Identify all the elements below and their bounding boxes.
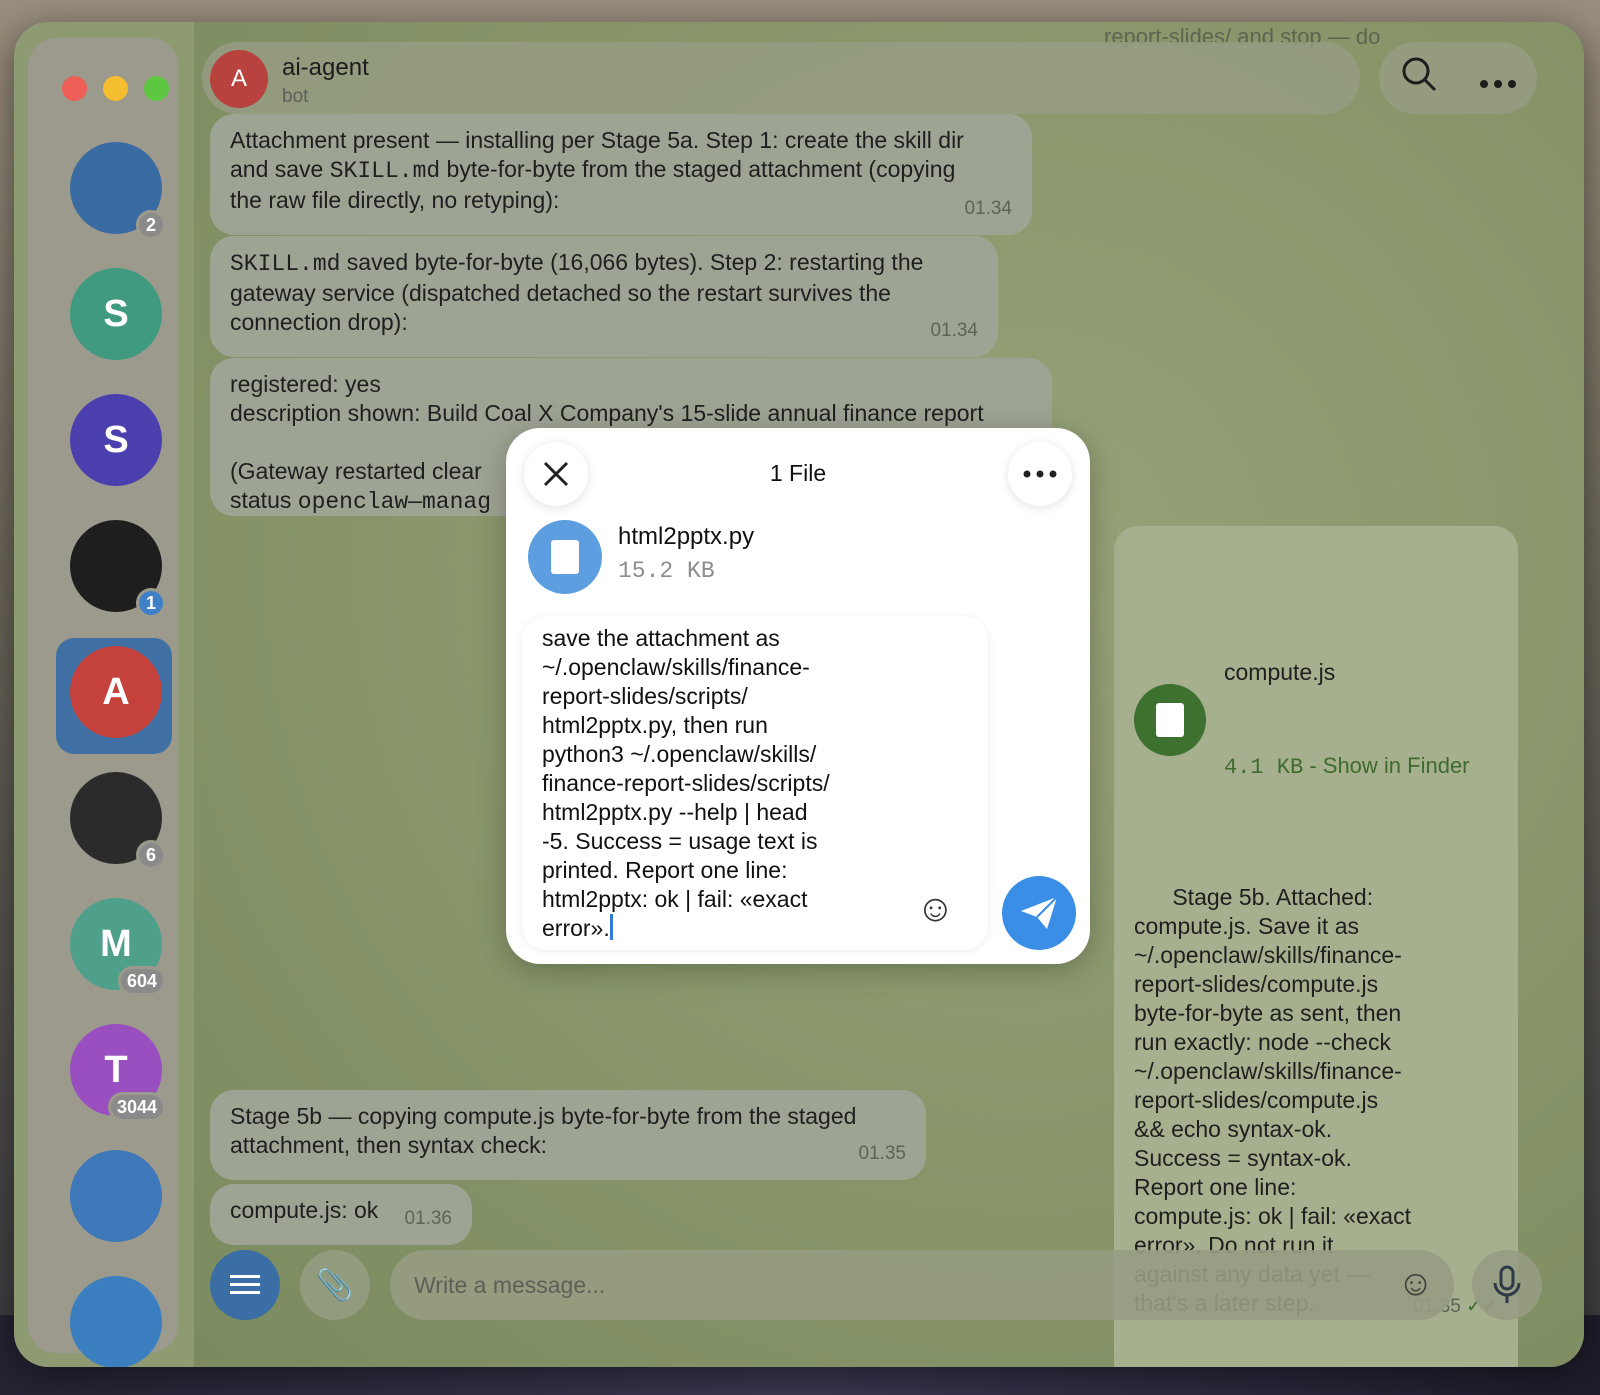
chat-list-item[interactable]: S [70, 268, 162, 360]
chat-list-item[interactable]: M 604 [70, 898, 166, 996]
file-name: html2pptx.py [618, 523, 755, 550]
message-text: description shown: Build Coal X Company'… [230, 400, 984, 426]
message-bubble[interactable]: Attachment present — installing per Stag… [210, 114, 1032, 235]
unread-badge: 2 [136, 210, 166, 240]
dialog-more-button[interactable] [1008, 442, 1072, 506]
chat-list-item[interactable]: S [70, 394, 162, 486]
message-bubble[interactable]: Stage 5b — copying compute.js byte-for-b… [210, 1090, 926, 1180]
message-time: 01.34 [964, 198, 1012, 219]
message-time: 01.35 [858, 1143, 906, 1164]
menu-icon [230, 1275, 260, 1294]
chat-status: bot [282, 86, 309, 107]
message-code: openclaw—manag [297, 489, 491, 515]
chat-list-item[interactable]: 2 [70, 142, 166, 240]
file-size: 4.1 KB [1224, 755, 1304, 780]
more-options-icon [1023, 470, 1057, 478]
message-input-placeholder: Write a message... [414, 1272, 606, 1298]
chat-sidebar: 2 S S 1 A 6 M 604 T 3044 [28, 38, 178, 1367]
chat-name: ai-agent [282, 54, 369, 81]
search-icon[interactable] [1399, 54, 1439, 103]
emoji-icon[interactable]: ☺ [1397, 1262, 1434, 1304]
zoom-window-button[interactable] [144, 76, 169, 101]
chat-initial: S [103, 292, 129, 335]
unread-badge: 1 [136, 588, 166, 618]
chat-list-item[interactable] [70, 1150, 162, 1242]
header-actions [1379, 42, 1537, 114]
message-time: 01.34 [930, 320, 978, 341]
unread-badge: 3044 [107, 1092, 166, 1122]
caption-text: save the attachment as ~/.openclaw/skill… [542, 625, 830, 941]
unread-badge: 604 [117, 966, 166, 996]
minimize-window-button[interactable] [103, 76, 128, 101]
chat-list-item[interactable]: T 3044 [70, 1024, 166, 1122]
message-text: registered: yes [230, 371, 381, 397]
attach-button[interactable]: 📎 [300, 1250, 370, 1320]
outgoing-message-bubble[interactable]: compute.js 4.1 KB - Show in Finder Stage… [1114, 526, 1518, 1367]
bot-menu-button[interactable] [210, 1250, 280, 1320]
chat-list-item[interactable]: 6 [70, 772, 166, 870]
message-input[interactable]: Write a message... ☺ [390, 1250, 1454, 1320]
message-bubble[interactable]: compute.js: ok 01.36 [210, 1184, 472, 1245]
emoji-icon[interactable]: ☺ [916, 888, 955, 931]
voice-message-button[interactable] [1472, 1250, 1542, 1320]
send-file-dialog: 1 File html2pptx.py 15.2 KB save the att… [506, 428, 1090, 964]
file-icon[interactable] [1134, 684, 1206, 756]
chat-list-item[interactable]: A [70, 646, 162, 738]
message-code: SKILL.md [230, 251, 341, 277]
send-icon [1021, 896, 1058, 929]
microphone-icon [1493, 1265, 1521, 1303]
chat-avatar[interactable]: A [210, 50, 268, 108]
chat-initial: A [102, 670, 130, 713]
chat-initial: M [100, 922, 132, 965]
file-icon [528, 520, 602, 594]
message-text: compute.js: ok [230, 1197, 379, 1223]
unread-badge: 6 [136, 840, 166, 870]
chat-list-item[interactable]: 1 [70, 520, 166, 618]
message-bubble[interactable]: SKILL.md saved byte-for-byte (16,066 byt… [210, 236, 998, 357]
message-code: SKILL.md [329, 158, 441, 184]
chat-header[interactable]: A ai-agent bot [202, 42, 1360, 114]
more-options-icon[interactable] [1478, 59, 1518, 98]
window-controls [62, 76, 169, 101]
message-text: Stage 5b — copying compute.js byte-for-b… [230, 1103, 857, 1158]
message-time: 01.36 [404, 1208, 452, 1229]
show-in-finder-link[interactable]: - Show in Finder [1303, 753, 1469, 778]
dialog-title: 1 File [769, 460, 827, 486]
chat-initial: S [103, 418, 129, 461]
close-window-button[interactable] [62, 76, 87, 101]
chat-initial: T [104, 1048, 128, 1091]
message-text: status [230, 487, 298, 513]
text-cursor [609, 914, 613, 940]
file-size: 15.2 KB [618, 558, 715, 584]
file-attachment[interactable]: compute.js 4.1 KB - Show in Finder [1134, 600, 1498, 840]
send-button[interactable] [1002, 876, 1076, 950]
paperclip-icon: 📎 [316, 1268, 354, 1302]
file-name: compute.js [1224, 659, 1336, 685]
chat-list-item[interactable] [70, 1276, 162, 1367]
